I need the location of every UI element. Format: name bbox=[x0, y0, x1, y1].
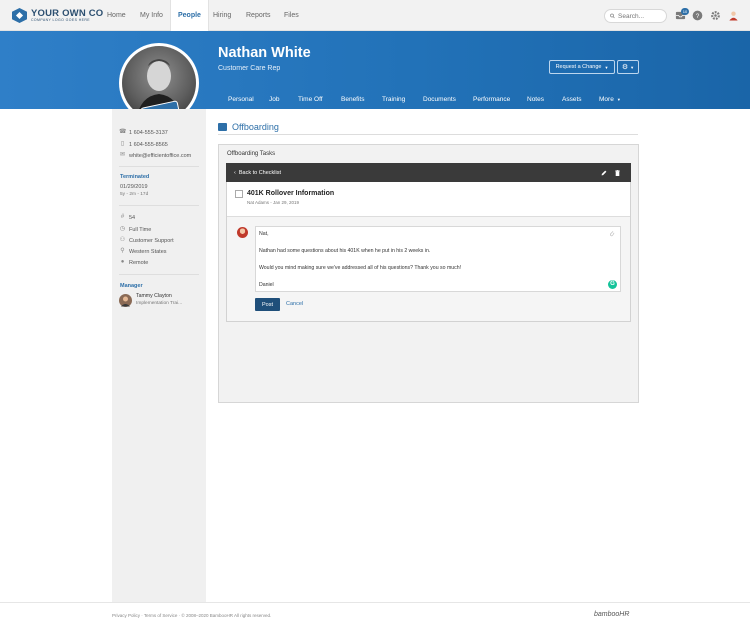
employee-number: #54 bbox=[120, 214, 136, 221]
back-to-checklist-link[interactable]: ‹ Back to Checklist bbox=[234, 170, 281, 176]
hash-icon: # bbox=[120, 214, 125, 220]
comment-line: Would you mind making sure we've address… bbox=[259, 265, 462, 271]
chevron-down-icon: ▼ bbox=[604, 64, 609, 70]
gear-icon: ⚙ bbox=[621, 64, 629, 71]
department: ⚇ Customer Support bbox=[119, 237, 174, 244]
work-phone[interactable]: ☎ 1 604-555-3137 bbox=[119, 129, 168, 136]
panel-title: Offboarding Tasks bbox=[227, 151, 276, 157]
company-name: YOUR OWN CO bbox=[31, 7, 104, 19]
manager-avatar-icon[interactable] bbox=[119, 294, 132, 307]
comment-line: Nat, bbox=[259, 231, 269, 237]
profile-sidebar bbox=[112, 109, 206, 602]
nav-my-info[interactable]: My Info bbox=[140, 0, 163, 31]
nav-home[interactable]: Home bbox=[107, 0, 126, 31]
post-button[interactable]: Post bbox=[255, 298, 280, 311]
status-label: Terminated bbox=[120, 174, 150, 180]
profile-settings-button[interactable]: ⚙ ▼ bbox=[617, 60, 639, 74]
nav-files[interactable]: Files bbox=[284, 0, 299, 31]
employee-job-title: Customer Care Rep bbox=[218, 65, 281, 72]
location-pin-icon: ● bbox=[120, 259, 125, 265]
task-complete-checkbox[interactable] bbox=[235, 190, 243, 198]
search-icon bbox=[610, 13, 615, 19]
tab-benefits[interactable]: Benefits bbox=[341, 96, 365, 103]
paperclip-icon[interactable] bbox=[609, 230, 615, 237]
chevron-down-icon: ▼ bbox=[616, 97, 621, 102]
request-change-button[interactable]: Request a Change ▼ bbox=[549, 60, 615, 74]
search-input[interactable] bbox=[618, 12, 666, 20]
tab-documents[interactable]: Documents bbox=[423, 96, 456, 103]
people-icon: ⚇ bbox=[119, 237, 126, 243]
employment-type: ◷ Full Time bbox=[119, 226, 152, 233]
tab-job[interactable]: Job bbox=[269, 96, 279, 103]
grammarly-icon[interactable]: G bbox=[608, 280, 617, 289]
tab-performance[interactable]: Performance bbox=[473, 96, 510, 103]
offboarding-icon bbox=[218, 123, 227, 131]
division: ⚲ Western States bbox=[120, 248, 167, 255]
mobile-icon: ▯ bbox=[120, 141, 125, 147]
mobile-phone[interactable]: ▯ 1 604-555-8565 bbox=[119, 141, 168, 148]
manager-label: Manager bbox=[120, 283, 143, 289]
tab-more[interactable]: More ▼ bbox=[599, 96, 621, 103]
task-toolbar bbox=[226, 163, 631, 182]
section-title: Offboarding bbox=[232, 122, 279, 132]
help-icon[interactable]: ? bbox=[692, 10, 703, 21]
tab-time-off[interactable]: Time Off bbox=[298, 96, 323, 103]
svg-text:?: ? bbox=[696, 13, 700, 20]
logo-hex-icon bbox=[12, 8, 27, 23]
status-duration: 5y - 2m - 17d bbox=[120, 192, 149, 197]
tab-training[interactable]: Training bbox=[382, 96, 405, 103]
location: ● Remote bbox=[120, 259, 149, 266]
task-meta: Nat Adams - Jan 29, 2019 bbox=[247, 200, 300, 205]
chevron-down-icon: ▼ bbox=[630, 64, 635, 70]
phone-icon: ☎ bbox=[119, 129, 127, 135]
email-address[interactable]: ✉ white@efficientoffice.com bbox=[119, 152, 191, 159]
commenter-avatar bbox=[237, 227, 248, 238]
nav-hiring[interactable]: Hiring bbox=[213, 0, 231, 31]
divider bbox=[119, 274, 199, 275]
company-logo[interactable]: YOUR OWN CO COMPANY LOGO GOES HERE bbox=[12, 8, 103, 23]
clock-icon: ◷ bbox=[119, 226, 126, 232]
footer-legal[interactable]: Privacy Policy · Terms of Service · © 20… bbox=[112, 613, 271, 618]
employee-name: Nathan White bbox=[218, 45, 311, 61]
edit-pencil-icon[interactable] bbox=[601, 170, 607, 176]
status-date: 01/29/2019 bbox=[120, 184, 148, 190]
divider bbox=[119, 205, 199, 206]
divider bbox=[119, 166, 199, 167]
search-box[interactable] bbox=[604, 9, 667, 23]
tab-assets[interactable]: Assets bbox=[562, 96, 582, 103]
footer-divider bbox=[0, 602, 750, 603]
email-icon: ✉ bbox=[119, 152, 126, 158]
settings-gear-icon[interactable] bbox=[710, 10, 721, 21]
tab-notes[interactable]: Notes bbox=[527, 96, 544, 103]
tab-personal[interactable]: Personal bbox=[228, 96, 254, 103]
task-title: 401K Rollover Information bbox=[247, 190, 335, 197]
nav-reports[interactable]: Reports bbox=[246, 0, 271, 31]
nav-people[interactable]: People bbox=[170, 0, 209, 31]
company-tagline: COMPANY LOGO GOES HERE bbox=[31, 18, 91, 22]
bamboohr-logo: bambooHR bbox=[594, 611, 630, 618]
comment-line: Nathan had some questions about his 401K… bbox=[259, 248, 431, 254]
cancel-link[interactable]: Cancel bbox=[286, 301, 303, 307]
chevron-left-icon: ‹ bbox=[234, 170, 236, 176]
inbox-badge: 10 bbox=[681, 8, 689, 15]
trash-icon[interactable] bbox=[615, 170, 620, 176]
comment-line: Daniel bbox=[259, 282, 274, 288]
section-divider bbox=[218, 134, 638, 135]
manager-name[interactable]: Tammy Clayton bbox=[136, 293, 172, 299]
user-avatar-icon[interactable] bbox=[728, 10, 739, 21]
manager-title: Implementation Trai... bbox=[136, 301, 183, 306]
comment-textarea[interactable] bbox=[255, 226, 621, 292]
org-icon: ⚲ bbox=[120, 248, 125, 254]
